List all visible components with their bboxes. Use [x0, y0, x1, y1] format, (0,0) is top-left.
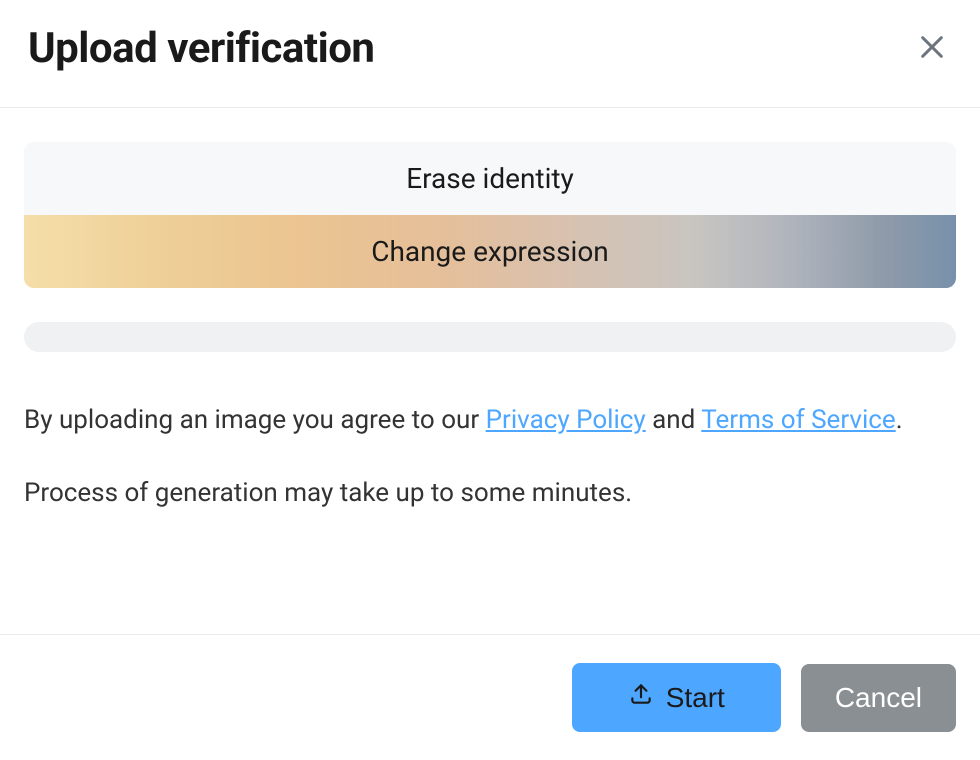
agreement-middle: and [646, 405, 702, 435]
start-button[interactable]: Start [572, 663, 781, 732]
options-list: Erase identity Change expression [24, 142, 956, 288]
terms-of-service-link[interactable]: Terms of Service [701, 405, 895, 435]
modal-header: Upload verification [0, 0, 980, 108]
option-erase-identity[interactable]: Erase identity [24, 142, 956, 215]
close-icon [916, 31, 948, 66]
modal-body: Erase identity Change expression By uplo… [0, 108, 980, 634]
agreement-text: By uploading an image you agree to our P… [24, 400, 956, 442]
option-change-expression[interactable]: Change expression [24, 215, 956, 288]
agreement-prefix: By uploading an image you agree to our [24, 405, 486, 435]
upload-verification-modal: Upload verification Erase identity Chang… [0, 0, 980, 760]
cancel-button-label: Cancel [835, 682, 922, 714]
cancel-button[interactable]: Cancel [801, 664, 956, 732]
agreement-suffix: . [896, 405, 903, 435]
modal-title: Upload verification [28, 24, 374, 73]
progress-bar [24, 322, 956, 352]
modal-footer: Start Cancel [0, 634, 980, 760]
privacy-policy-link[interactable]: Privacy Policy [486, 405, 646, 435]
start-button-label: Start [666, 682, 725, 714]
upload-icon [628, 681, 654, 714]
close-button[interactable] [912, 27, 952, 70]
generation-note: Process of generation may take up to som… [24, 474, 956, 513]
